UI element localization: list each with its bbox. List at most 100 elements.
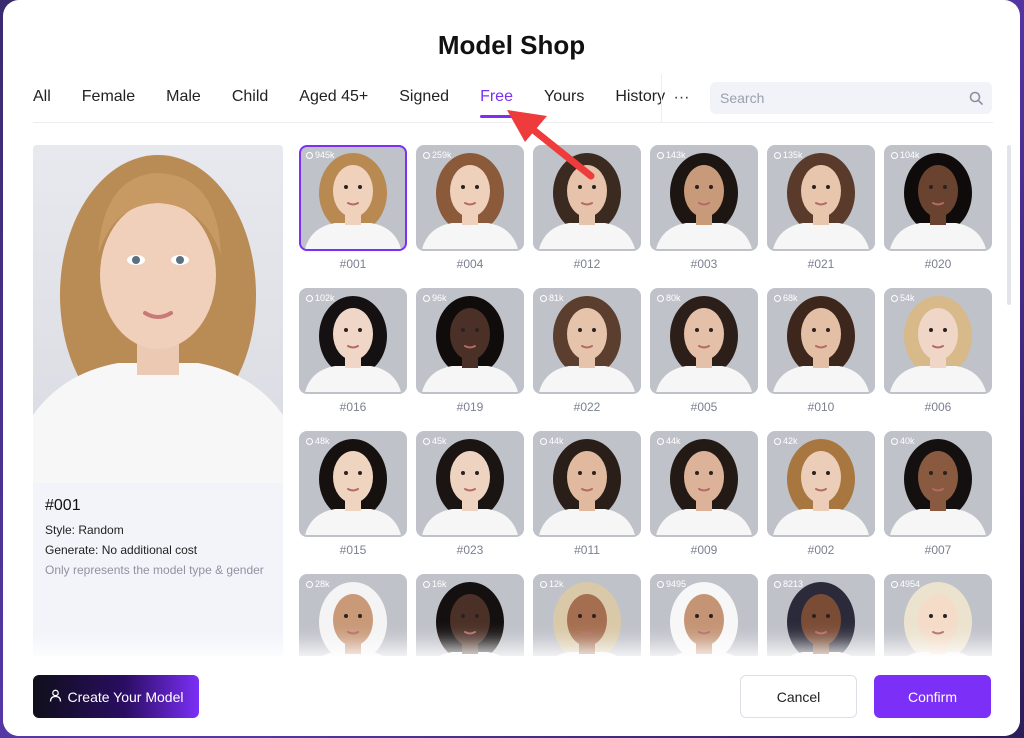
- confirm-button[interactable]: Confirm: [874, 675, 991, 718]
- usage-count-badge: 102k: [306, 293, 335, 303]
- model-thumbnail[interactable]: 945k: [299, 145, 407, 251]
- usage-count: 143k: [666, 150, 686, 160]
- grid-scrollbar[interactable]: [1007, 145, 1011, 305]
- usage-count-badge: 28k: [306, 579, 330, 589]
- model-thumbnail[interactable]: 68k: [767, 288, 875, 394]
- usage-count-badge: 16k: [423, 579, 447, 589]
- usage-icon: [306, 294, 313, 302]
- usage-count: 9495: [666, 579, 687, 589]
- model-id-label: #001: [339, 257, 367, 271]
- model-thumbnail[interactable]: 40k: [884, 431, 992, 537]
- tab-signed[interactable]: Signed: [399, 86, 449, 118]
- usage-count: 68k: [783, 293, 798, 303]
- usage-icon: [891, 151, 898, 159]
- model-thumbnail[interactable]: 81k: [533, 288, 641, 394]
- model-card[interactable]: 12k: [533, 574, 641, 665]
- model-thumbnail[interactable]: 16k: [416, 574, 524, 665]
- usage-icon: [540, 294, 547, 302]
- usage-icon: [423, 151, 430, 159]
- model-thumbnail[interactable]: 96k: [416, 288, 524, 394]
- usage-icon: [423, 580, 430, 588]
- preview-image: [33, 145, 283, 483]
- tab-history[interactable]: History: [615, 86, 665, 118]
- model-card[interactable]: 40k #007: [884, 431, 992, 557]
- usage-count-badge: 259k: [423, 150, 452, 160]
- model-grid: 945k #001 259k #004 #012 143k #003 135k #021 104k…: [299, 145, 999, 665]
- usage-count: 135k: [783, 150, 803, 160]
- model-card[interactable]: 54k #006: [884, 288, 992, 414]
- model-thumbnail[interactable]: 102k: [299, 288, 407, 394]
- model-card[interactable]: 80k #005: [650, 288, 758, 414]
- model-card[interactable]: 8213: [767, 574, 875, 665]
- model-card[interactable]: 68k #010: [767, 288, 875, 414]
- model-thumbnail[interactable]: 80k: [650, 288, 758, 394]
- usage-count: 12k: [549, 579, 564, 589]
- usage-count: 259k: [432, 150, 452, 160]
- model-thumbnail[interactable]: 104k: [884, 145, 992, 251]
- model-thumbnail[interactable]: 12k: [533, 574, 641, 665]
- usage-icon: [657, 437, 664, 445]
- model-card[interactable]: 48k #015: [299, 431, 407, 557]
- model-card[interactable]: 4954: [884, 574, 992, 665]
- model-thumbnail[interactable]: 135k: [767, 145, 875, 251]
- model-card[interactable]: 44k #009: [650, 431, 758, 557]
- model-card[interactable]: 16k: [416, 574, 524, 665]
- model-thumbnail[interactable]: 42k: [767, 431, 875, 537]
- model-card[interactable]: 945k #001: [299, 145, 407, 271]
- usage-count: 16k: [432, 579, 447, 589]
- preview-note: Only represents the model type & gender: [45, 563, 264, 577]
- search-input[interactable]: [710, 82, 960, 114]
- model-thumbnail[interactable]: 9495: [650, 574, 758, 665]
- usage-count-badge: 96k: [423, 293, 447, 303]
- tab-aged-45[interactable]: Aged 45+: [299, 86, 368, 118]
- more-tabs-button[interactable]: ···: [661, 74, 701, 122]
- usage-count-badge: 4954: [891, 579, 920, 589]
- model-card[interactable]: 135k #021: [767, 145, 875, 271]
- model-card[interactable]: 96k #019: [416, 288, 524, 414]
- usage-count-badge: 54k: [891, 293, 915, 303]
- model-card[interactable]: 102k #016: [299, 288, 407, 414]
- annotation-arrow-icon: [507, 110, 595, 180]
- model-id-label: #011: [574, 543, 600, 557]
- usage-icon: [540, 437, 547, 445]
- model-thumbnail[interactable]: 4954: [884, 574, 992, 665]
- usage-count-badge: 42k: [774, 436, 798, 446]
- model-thumbnail[interactable]: 143k: [650, 145, 758, 251]
- create-model-button[interactable]: Create Your Model: [33, 675, 199, 718]
- model-card[interactable]: 42k #002: [767, 431, 875, 557]
- model-card[interactable]: 28k: [299, 574, 407, 665]
- usage-count-badge: 44k: [657, 436, 681, 446]
- tab-child[interactable]: Child: [232, 86, 268, 118]
- usage-count: 102k: [315, 293, 335, 303]
- cancel-button[interactable]: Cancel: [740, 675, 857, 718]
- model-card[interactable]: 104k #020: [884, 145, 992, 271]
- usage-count: 28k: [315, 579, 330, 589]
- search-icon[interactable]: [960, 91, 992, 105]
- usage-count: 96k: [432, 293, 447, 303]
- model-thumbnail[interactable]: 48k: [299, 431, 407, 537]
- model-thumbnail[interactable]: 54k: [884, 288, 992, 394]
- model-thumbnail[interactable]: 8213: [767, 574, 875, 665]
- model-card[interactable]: 143k #003: [650, 145, 758, 271]
- model-id-label: #003: [690, 257, 718, 271]
- model-thumbnail[interactable]: 28k: [299, 574, 407, 665]
- model-card[interactable]: 44k #011: [533, 431, 641, 557]
- model-thumbnail[interactable]: 45k: [416, 431, 524, 537]
- model-card[interactable]: 81k #022: [533, 288, 641, 414]
- model-thumbnail[interactable]: 44k: [533, 431, 641, 537]
- usage-count: 80k: [666, 293, 681, 303]
- model-thumbnail[interactable]: 44k: [650, 431, 758, 537]
- usage-icon: [891, 294, 898, 302]
- model-shop-dialog: Model Shop All Female Male Child Aged 45+ Sig…: [3, 0, 1020, 736]
- model-id-label: #022: [573, 400, 601, 414]
- usage-icon: [774, 580, 781, 588]
- tab-male[interactable]: Male: [166, 86, 201, 118]
- usage-count: 81k: [549, 293, 564, 303]
- tab-all[interactable]: All: [33, 86, 51, 118]
- model-card[interactable]: 9495: [650, 574, 758, 665]
- tab-female[interactable]: Female: [82, 86, 135, 118]
- usage-icon: [657, 294, 664, 302]
- model-card[interactable]: 45k #023: [416, 431, 524, 557]
- usage-icon: [774, 151, 781, 159]
- usage-icon: [423, 294, 430, 302]
